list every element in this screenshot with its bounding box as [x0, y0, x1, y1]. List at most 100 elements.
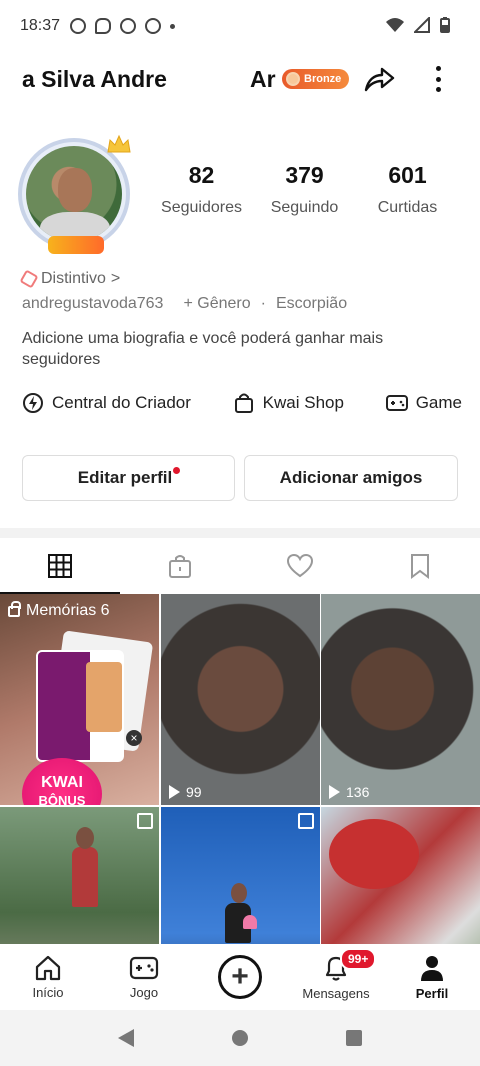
lock-icon: [8, 600, 21, 617]
zodiac-sign[interactable]: Escorpião: [276, 295, 347, 313]
tab-private[interactable]: [120, 538, 240, 594]
tab-saved[interactable]: [360, 538, 480, 594]
more-options-icon[interactable]: [426, 64, 450, 94]
close-icon[interactable]: ×: [126, 730, 142, 746]
wifi-icon: [386, 18, 404, 32]
kwai-shop-label: Kwai Shop: [262, 393, 344, 412]
memories-label-row: Memórias 6: [8, 600, 110, 620]
bronze-badge[interactable]: Bronze: [282, 69, 350, 89]
avatar-photo: [26, 146, 122, 242]
play-icon: [329, 785, 340, 799]
memories-label: Memórias 6: [26, 602, 110, 619]
edit-profile-button[interactable]: Editar perfil: [22, 455, 235, 501]
section-divider: [0, 528, 480, 538]
tab-liked[interactable]: [240, 538, 360, 594]
nav-home-label: Início: [32, 984, 64, 1000]
home-circle-icon[interactable]: [232, 1030, 248, 1046]
shortcut-row: Central do Criador Kwai Shop Game: [22, 392, 462, 414]
kwai-bonus-badge[interactable]: KWAI BÔNUS: [22, 758, 102, 805]
recents-icon[interactable]: [346, 1030, 362, 1046]
image-icon: [298, 813, 314, 829]
bookmark-icon: [411, 554, 429, 579]
dot-icon: [170, 23, 176, 29]
stat-following[interactable]: 379 Seguindo: [253, 162, 356, 217]
home-icon: [35, 955, 61, 980]
stat-followers-label: Seguidores: [161, 199, 242, 216]
profile-tabs: [0, 538, 480, 594]
share-icon[interactable]: [362, 62, 396, 96]
play-count-value: 99: [186, 784, 202, 800]
stat-likes-count: 601: [388, 162, 427, 188]
creator-center-shortcut[interactable]: Central do Criador: [22, 392, 191, 414]
distintivo-label: Distintivo: [41, 270, 106, 287]
gender-button[interactable]: + Gênero: [183, 295, 250, 313]
image-icon: [137, 813, 153, 829]
status-system-icons: [386, 17, 450, 33]
stat-followers[interactable]: 82 Seguidores: [150, 162, 253, 217]
bio-prompt[interactable]: Adicione uma biografia e você poderá gan…: [22, 328, 462, 370]
bronze-badge-label: Bronze: [304, 73, 342, 85]
kwai-bonus-title: KWAI: [41, 774, 83, 791]
profile-stats: 82 Seguidores 379 Seguindo 601 Curtidas: [150, 162, 460, 217]
plus-icon: +: [218, 955, 262, 999]
meta-separator: ·: [260, 295, 266, 312]
stat-following-label: Seguindo: [270, 199, 339, 216]
status-notification-icons: [70, 18, 176, 34]
creator-center-icon: [23, 393, 43, 413]
video-tile[interactable]: 136: [321, 594, 480, 805]
video-grid: Memórias 6 × KWAI BÔNUS 99 136: [0, 594, 480, 944]
person-icon: [421, 955, 443, 981]
medal-icon: [286, 72, 300, 86]
play-count-value: 136: [346, 784, 370, 800]
nav-messages-label: Mensagens: [302, 985, 370, 1001]
signal-icon: [414, 17, 430, 33]
lock-bag-icon: [169, 555, 191, 578]
stat-likes[interactable]: 601 Curtidas: [356, 162, 459, 217]
messages-badge: 99+: [340, 948, 377, 970]
photo-tile[interactable]: [161, 807, 320, 944]
stat-followers-count: 82: [188, 162, 215, 188]
video-tile[interactable]: [321, 807, 480, 944]
game-label: Game: [415, 393, 462, 412]
status-time: 18:37: [20, 17, 61, 34]
video-tile[interactable]: 99: [161, 594, 320, 805]
bottom-nav: Início Jogo + Mensagens 99+ Perfil: [0, 944, 480, 1010]
game-icon: [145, 18, 162, 34]
nav-profile-label: Perfil: [415, 985, 449, 1001]
kwai-shop-shortcut[interactable]: Kwai Shop: [233, 392, 344, 414]
shopping-bag-icon: [234, 393, 253, 413]
chat-icon: [95, 18, 112, 34]
add-friends-label: Adicionar amigos: [279, 468, 423, 487]
nav-profile[interactable]: Perfil: [384, 944, 480, 1010]
play-count: 99: [169, 784, 202, 800]
avatar[interactable]: [18, 134, 131, 254]
avatar-frame-decoration: [48, 236, 104, 254]
stat-following-count: 379: [285, 162, 324, 188]
promo-card[interactable]: ×: [36, 630, 154, 762]
system-nav-bar: [0, 1010, 480, 1066]
add-friends-button[interactable]: Adicionar amigos: [244, 455, 458, 501]
profile-name-marquee: Ar: [250, 66, 276, 92]
stat-likes-label: Curtidas: [377, 199, 438, 216]
nav-home[interactable]: Início: [0, 944, 96, 1010]
nav-create[interactable]: +: [192, 944, 288, 1010]
play-icon: [169, 785, 180, 799]
memories-tile[interactable]: Memórias 6 × KWAI BÔNUS: [0, 594, 159, 805]
nav-game-label: Jogo: [129, 984, 159, 1000]
creator-center-label: Central do Criador: [52, 393, 191, 412]
crown-icon: [107, 134, 131, 153]
back-icon[interactable]: [118, 1029, 134, 1047]
gamepad-icon: [385, 395, 408, 411]
whatsapp-icon: [120, 18, 137, 34]
nav-game[interactable]: Jogo: [96, 944, 192, 1010]
photo-tile[interactable]: [0, 807, 159, 944]
status-bar: 18:37: [0, 0, 480, 52]
game-shortcut[interactable]: Game: [385, 392, 462, 414]
tab-posts[interactable]: [0, 538, 120, 594]
distintivo-link[interactable]: Distintivo >: [19, 269, 121, 289]
edit-profile-label: Editar perfil: [77, 468, 173, 487]
grid-icon: [48, 554, 72, 578]
notification-dot: [173, 466, 181, 474]
nav-messages[interactable]: Mensagens 99+: [288, 944, 384, 1010]
chevron-right-icon: >: [110, 270, 121, 287]
